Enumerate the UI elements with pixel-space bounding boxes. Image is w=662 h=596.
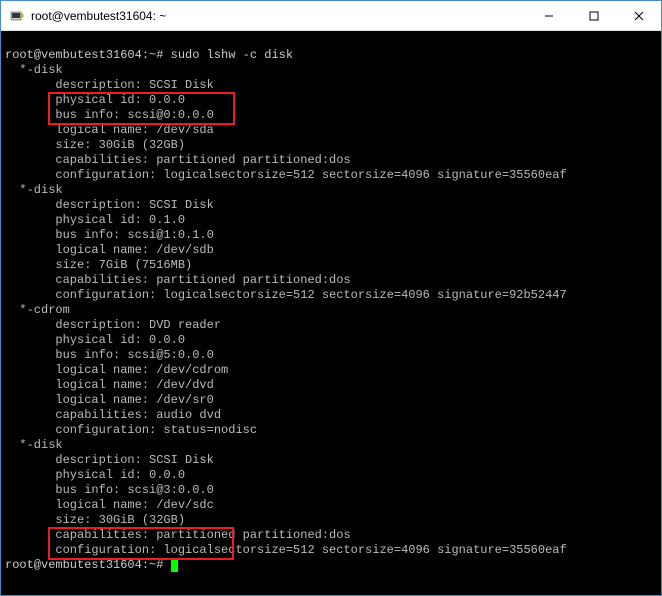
output-line: size: 30GiB (32GB) (5, 513, 185, 527)
output-line: configuration: logicalsectorsize=512 sec… (5, 288, 567, 302)
output-line: logical name: /dev/sda (5, 123, 214, 137)
output-line: description: DVD reader (5, 318, 221, 332)
output-line: physical id: 0.0.0 (5, 468, 185, 482)
output-line: configuration: status=nodisc (5, 423, 257, 437)
output-line: logical name: /dev/sdb (5, 243, 214, 257)
output-line: logical name: /dev/cdrom (5, 363, 228, 377)
output-line: bus info: scsi@0:0.0.0 (5, 108, 214, 122)
output-line: configuration: logicalsectorsize=512 sec… (5, 543, 567, 557)
output-line: bus info: scsi@5:0.0.0 (5, 348, 214, 362)
output-line: physical id: 0.0.0 (5, 333, 185, 347)
output-line: logical name: /dev/sr0 (5, 393, 214, 407)
output-line: *-disk (5, 63, 63, 77)
output-line: logical name: /dev/sdc (5, 498, 214, 512)
output-line: description: SCSI Disk (5, 78, 214, 92)
putty-icon (9, 8, 25, 24)
output-line: bus info: scsi@3:0.0.0 (5, 483, 214, 497)
output-line: capabilities: partitioned partitioned:do… (5, 153, 351, 167)
titlebar[interactable]: root@vembutest31604: ~ (1, 1, 661, 31)
cursor (171, 559, 178, 572)
window-controls (526, 1, 661, 30)
output-line: *-disk (5, 438, 63, 452)
output-line: size: 7GiB (7516MB) (5, 258, 192, 272)
output-line: configuration: logicalsectorsize=512 sec… (5, 168, 567, 182)
terminal-window: root@vembutest31604: ~ root@vembutest316… (0, 0, 662, 596)
minimize-button[interactable] (526, 1, 571, 30)
output-line: description: SCSI Disk (5, 453, 214, 467)
output-line: bus info: scsi@1:0.1.0 (5, 228, 214, 242)
output-line: physical id: 0.0.0 (5, 93, 185, 107)
prompt: root@vembutest31604:~# (5, 558, 163, 572)
output-line: logical name: /dev/dvd (5, 378, 214, 392)
output-line: capabilities: audio dvd (5, 408, 221, 422)
window-title: root@vembutest31604: ~ (31, 9, 526, 23)
output-line: capabilities: partitioned partitioned:do… (5, 528, 351, 542)
prompt: root@vembutest31604:~# (5, 48, 163, 62)
output-line: size: 30GiB (32GB) (5, 138, 185, 152)
output-line: *-disk (5, 183, 63, 197)
command: sudo lshw -c disk (171, 48, 293, 62)
close-button[interactable] (616, 1, 661, 30)
output-line: description: SCSI Disk (5, 198, 214, 212)
output-line: *-cdrom (5, 303, 70, 317)
output-line: physical id: 0.1.0 (5, 213, 185, 227)
terminal-body[interactable]: root@vembutest31604:~# sudo lshw -c disk… (1, 31, 661, 595)
maximize-button[interactable] (571, 1, 616, 30)
output-line: capabilities: partitioned partitioned:do… (5, 273, 351, 287)
